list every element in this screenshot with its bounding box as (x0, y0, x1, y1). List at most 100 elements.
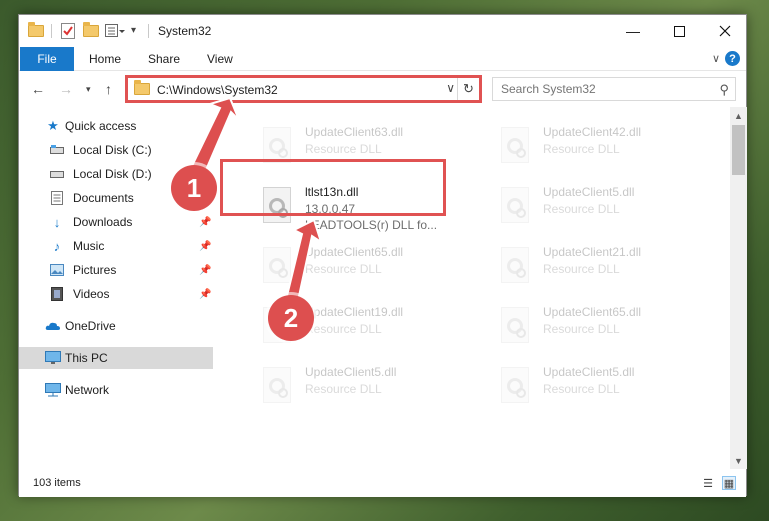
file-type: Resource DLL (305, 382, 382, 396)
help-icon[interactable]: ? (725, 51, 740, 66)
dll-file-icon (501, 127, 529, 163)
sidebar-item-label: Videos (73, 287, 110, 301)
file-type: Resource DLL (305, 142, 382, 156)
sidebar-item-music[interactable]: ♪ Music 📌 (19, 235, 213, 257)
file-type: Resource DLL (543, 382, 620, 396)
dll-file-icon (501, 247, 529, 283)
properties-icon[interactable] (61, 23, 77, 39)
tab-home[interactable]: Home (89, 52, 121, 66)
file-type: Resource DLL (305, 322, 382, 336)
callout-1: 1 (171, 165, 217, 211)
pin-icon[interactable]: 📌 (199, 265, 211, 276)
file-type: Resource DLL (543, 262, 620, 276)
drive-icon (49, 166, 65, 182)
sidebar-item-label: Pictures (73, 263, 117, 277)
scroll-up-icon[interactable]: ▲ (730, 107, 747, 124)
file-type: Resource DLL (305, 262, 382, 276)
scroll-thumb[interactable] (732, 125, 745, 175)
file-name: UpdateClient19.dll (305, 305, 404, 319)
expand-ribbon-icon[interactable]: ∨ (712, 52, 720, 65)
tab-file[interactable]: File (20, 47, 74, 71)
navigation-bar: ← → ▾ ↑ C:\Windows\System32 ∨ ↻ ⚲ (19, 71, 746, 107)
close-button[interactable] (702, 15, 748, 47)
file-item[interactable]: UpdateClient65.dll Resource DLL (497, 301, 717, 355)
vertical-scrollbar[interactable]: ▲ ▼ (730, 107, 747, 469)
new-folder-icon[interactable] (83, 22, 99, 39)
scroll-down-icon[interactable]: ▼ (730, 452, 747, 469)
pin-icon[interactable]: 📌 (199, 289, 211, 300)
sidebar-item-label: Network (65, 383, 110, 397)
back-arrow-icon[interactable]: ← (31, 81, 45, 97)
sidebar-item-onedrive[interactable]: OneDrive (19, 315, 213, 337)
pin-icon[interactable]: 📌 (199, 241, 211, 252)
minimize-button[interactable]: — (610, 15, 656, 47)
search-input[interactable] (493, 78, 703, 100)
recent-locations-chevron-icon[interactable]: ▾ (86, 84, 91, 95)
callout-2: 2 (268, 295, 314, 341)
file-type: Resource DLL (543, 322, 620, 336)
search-icon[interactable]: ⚲ (719, 82, 729, 98)
sidebar-item-local-disk-c[interactable]: Local Disk (C:) (19, 139, 213, 161)
dll-file-icon (501, 187, 529, 223)
up-arrow-icon[interactable]: ↑ (105, 81, 112, 97)
file-item[interactable]: UpdateClient5.dll Resource DLL (497, 361, 717, 415)
divider (51, 24, 52, 38)
file-item[interactable]: UpdateClient65.dll Resource DLL (259, 241, 479, 295)
sidebar-item-label: Local Disk (D:) (73, 167, 152, 181)
window-title: System32 (158, 24, 212, 38)
file-name: UpdateClient5.dll (305, 365, 397, 379)
title-bar: ▾ System32 — (19, 15, 746, 47)
sidebar-item-network[interactable]: Network (19, 379, 213, 401)
sidebar-item-downloads[interactable]: ↓ Downloads 📌 (19, 211, 213, 233)
documents-icon (49, 190, 65, 206)
sidebar-item-label: Documents (73, 191, 134, 205)
file-name: UpdateClient42.dll (543, 125, 642, 139)
file-type: Resource DLL (543, 202, 620, 216)
file-description: LEADTOOLS(r) DLL fo... (305, 218, 438, 232)
sidebar-item-this-pc[interactable]: This PC (19, 347, 213, 369)
refresh-icon[interactable]: ↻ (457, 78, 479, 100)
file-highlight-box (220, 159, 446, 216)
navigation-pane: ★ Quick access Local Disk (C:) Local Dis… (19, 107, 213, 469)
sidebar-item-label: OneDrive (65, 319, 116, 333)
tab-view[interactable]: View (207, 52, 233, 66)
pictures-icon (49, 262, 65, 278)
file-item[interactable]: UpdateClient21.dll Resource DLL (497, 241, 717, 295)
pin-icon[interactable]: 📌 (199, 217, 211, 228)
folder-icon (28, 22, 44, 39)
file-name: UpdateClient5.dll (543, 185, 635, 199)
file-name: UpdateClient63.dll (305, 125, 404, 139)
chevron-down-icon[interactable]: ∨ (446, 81, 455, 95)
star-icon: ★ (47, 118, 59, 133)
tiles-view-icon[interactable]: ▦ (722, 476, 736, 490)
details-view-icon[interactable]: ☰ (701, 476, 715, 490)
explorer-window: ▾ System32 — File Home Share View ∨ ? ← … (18, 14, 747, 497)
dll-file-icon (263, 127, 291, 163)
sidebar-item-pictures[interactable]: Pictures 📌 (19, 259, 213, 281)
sidebar-item-videos[interactable]: Videos 📌 (19, 283, 213, 305)
drive-icon (49, 142, 65, 158)
file-item[interactable]: UpdateClient5.dll Resource DLL (259, 361, 479, 415)
address-path[interactable]: C:\Windows\System32 (157, 83, 278, 97)
search-box[interactable]: ⚲ (492, 77, 736, 101)
file-type: Resource DLL (543, 142, 620, 156)
tab-share[interactable]: Share (148, 52, 180, 66)
file-item[interactable]: UpdateClient42.dll Resource DLL (497, 121, 717, 175)
cloud-icon (45, 318, 61, 334)
sidebar-item-label: Quick access (65, 119, 137, 133)
videos-icon (49, 286, 65, 302)
item-count: 103 items (33, 477, 81, 489)
dll-file-icon (501, 367, 529, 403)
music-icon: ♪ (53, 238, 61, 254)
address-bar[interactable]: C:\Windows\System32 ∨ ↻ (127, 77, 480, 101)
forward-arrow-icon[interactable]: → (59, 81, 73, 97)
maximize-button[interactable] (656, 15, 702, 47)
downloads-icon: ↓ (53, 214, 61, 230)
dll-file-icon (263, 247, 291, 283)
divider (148, 24, 149, 38)
file-item[interactable]: UpdateClient5.dll Resource DLL (497, 181, 717, 235)
sidebar-item-label: This PC (65, 351, 108, 365)
customize-toolbar-icon[interactable] (105, 23, 125, 39)
chevron-down-icon[interactable]: ▾ (131, 25, 147, 41)
sidebar-item-quick-access[interactable]: ★ Quick access (19, 115, 213, 137)
